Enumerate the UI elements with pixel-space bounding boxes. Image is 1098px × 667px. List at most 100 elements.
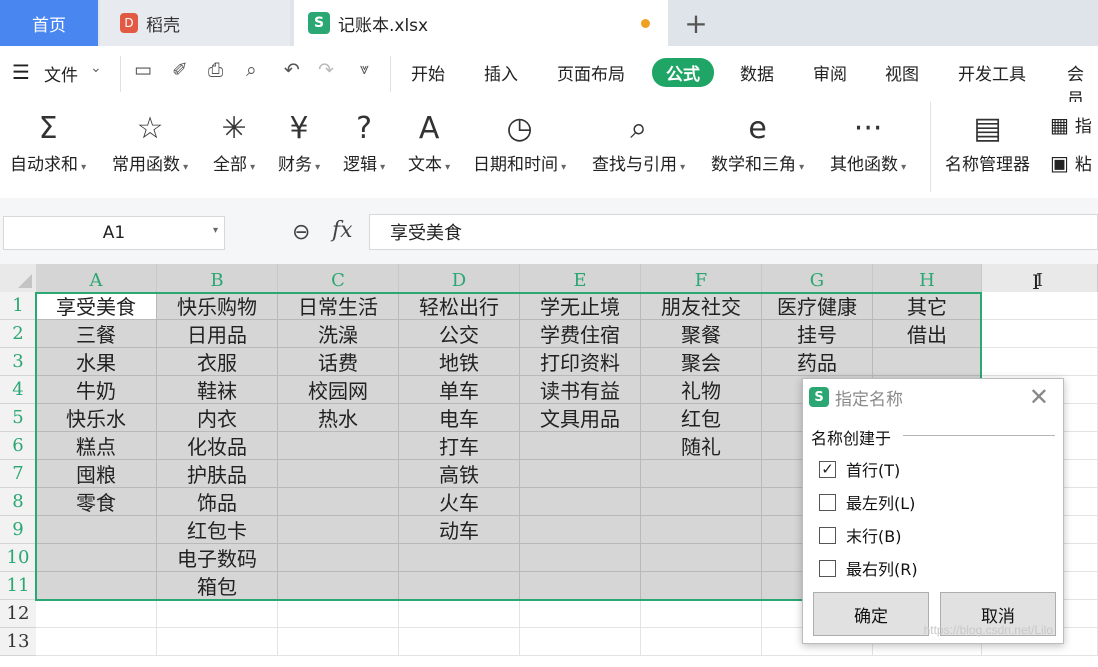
cell-d6[interactable]: 打车: [399, 432, 520, 460]
cell-d10[interactable]: [399, 544, 520, 572]
formula-input[interactable]: 享受美食: [369, 214, 1098, 250]
text-button[interactable]: A 文本: [408, 106, 450, 176]
hamburger-icon[interactable]: ☰: [12, 60, 30, 84]
cell-e3[interactable]: 打印资料: [520, 348, 641, 376]
cell-c7[interactable]: [278, 460, 399, 488]
logic-button[interactable]: ? 逻辑: [343, 106, 385, 176]
cell-f6[interactable]: 随礼: [641, 432, 762, 460]
row-header-13[interactable]: 13: [0, 628, 36, 656]
cell-a5[interactable]: 快乐水: [36, 404, 157, 432]
cell-i2[interactable]: [982, 320, 1098, 348]
checkmark-icon[interactable]: ✓: [819, 460, 836, 478]
menu-view[interactable]: 视图: [885, 60, 919, 85]
cell-e1[interactable]: 学无止境: [520, 292, 641, 320]
print-preview-icon[interactable]: ⌕: [246, 59, 257, 81]
cell-f12[interactable]: [641, 600, 762, 628]
column-header-e[interactable]: E: [520, 264, 641, 292]
cell-g1[interactable]: 医疗健康: [762, 292, 873, 320]
zoom-icon[interactable]: ⊖: [292, 220, 310, 245]
row-header-1[interactable]: 1: [0, 292, 36, 320]
cell-b3[interactable]: 衣服: [157, 348, 278, 376]
menu-review[interactable]: 审阅: [813, 60, 847, 85]
cell-b2[interactable]: 日用品: [157, 320, 278, 348]
cell-a2[interactable]: 三餐: [36, 320, 157, 348]
redo-icon[interactable]: ↷: [318, 59, 334, 81]
cell-c9[interactable]: [278, 516, 399, 544]
cell-h1[interactable]: 其它: [873, 292, 982, 320]
name-manager-button[interactable]: ▤ 名称管理器: [945, 106, 1030, 176]
common-functions-button[interactable]: ☆ 常用函数: [112, 106, 188, 176]
cell-e7[interactable]: [520, 460, 641, 488]
cell-c4[interactable]: 校园网: [278, 376, 399, 404]
cell-e8[interactable]: [520, 488, 641, 516]
checkbox-box[interactable]: [819, 559, 836, 577]
cell-h2[interactable]: 借出: [873, 320, 982, 348]
cell-d7[interactable]: 高铁: [399, 460, 520, 488]
cell-f1[interactable]: 朋友社交: [641, 292, 762, 320]
row-header-10[interactable]: 10: [0, 544, 36, 572]
name-box[interactable]: A1 ▾: [3, 216, 225, 250]
chevron-down-icon[interactable]: ▾: [213, 225, 218, 236]
cell-e4[interactable]: 读书有益: [520, 376, 641, 404]
chevron-down-icon[interactable]: ⌄: [90, 60, 102, 76]
menu-formula[interactable]: 公式: [652, 58, 714, 87]
cell-c12[interactable]: [278, 600, 399, 628]
menu-page-layout[interactable]: 页面布局: [557, 60, 625, 85]
cell-a1[interactable]: 享受美食: [36, 292, 157, 320]
cell-e11[interactable]: [520, 572, 641, 600]
cell-e12[interactable]: [520, 600, 641, 628]
column-header-c[interactable]: C: [278, 264, 399, 292]
row-header-4[interactable]: 4: [0, 376, 36, 404]
close-icon[interactable]: ✕: [1029, 383, 1049, 411]
row-header-9[interactable]: 9: [0, 516, 36, 544]
cell-b4[interactable]: 鞋袜: [157, 376, 278, 404]
format-painter-icon[interactable]: ✐: [172, 59, 188, 81]
cell-d4[interactable]: 单车: [399, 376, 520, 404]
cell-f2[interactable]: 聚餐: [641, 320, 762, 348]
define-name-button[interactable]: ▦ 指: [1050, 112, 1092, 138]
undo-icon[interactable]: ↶: [284, 59, 300, 81]
cell-c10[interactable]: [278, 544, 399, 572]
cell-b10[interactable]: 电子数码: [157, 544, 278, 572]
ok-button[interactable]: 确定: [813, 592, 929, 636]
column-header-i[interactable]: I: [982, 264, 1098, 292]
cell-a8[interactable]: 零食: [36, 488, 157, 516]
cell-f7[interactable]: [641, 460, 762, 488]
select-all-corner[interactable]: [0, 264, 36, 292]
cell-d13[interactable]: [399, 628, 520, 656]
other-functions-button[interactable]: ··· 其他函数: [830, 106, 906, 176]
cell-i1[interactable]: [982, 292, 1098, 320]
checkbox-box[interactable]: [819, 526, 836, 544]
cell-b8[interactable]: 饰品: [157, 488, 278, 516]
cell-f9[interactable]: [641, 516, 762, 544]
cell-f4[interactable]: 礼物: [641, 376, 762, 404]
finance-button[interactable]: ¥ 财务: [278, 106, 320, 176]
all-functions-button[interactable]: ✳ 全部: [213, 106, 255, 176]
cell-g2[interactable]: 挂号: [762, 320, 873, 348]
cell-d2[interactable]: 公交: [399, 320, 520, 348]
cell-e13[interactable]: [520, 628, 641, 656]
cell-c11[interactable]: [278, 572, 399, 600]
cell-a3[interactable]: 水果: [36, 348, 157, 376]
cell-f5[interactable]: 红包: [641, 404, 762, 432]
cell-b5[interactable]: 内衣: [157, 404, 278, 432]
column-header-b[interactable]: B: [157, 264, 278, 292]
tab-file[interactable]: S 记账本.xlsx: [294, 0, 668, 46]
cell-d5[interactable]: 电车: [399, 404, 520, 432]
row-header-12[interactable]: 12: [0, 600, 36, 628]
cell-c8[interactable]: [278, 488, 399, 516]
cell-c1[interactable]: 日常生活: [278, 292, 399, 320]
checkbox-box[interactable]: [819, 493, 836, 511]
cell-d3[interactable]: 地铁: [399, 348, 520, 376]
fx-icon[interactable]: fx: [332, 218, 353, 243]
cell-a13[interactable]: [36, 628, 157, 656]
cell-a6[interactable]: 糕点: [36, 432, 157, 460]
cell-d8[interactable]: 火车: [399, 488, 520, 516]
cell-d1[interactable]: 轻松出行: [399, 292, 520, 320]
paste-name-button[interactable]: ▣ 粘: [1050, 150, 1092, 176]
cell-a12[interactable]: [36, 600, 157, 628]
cell-a4[interactable]: 牛奶: [36, 376, 157, 404]
row-header-7[interactable]: 7: [0, 460, 36, 488]
cell-e2[interactable]: 学费住宿: [520, 320, 641, 348]
tab-daoke[interactable]: D 稻壳: [100, 0, 290, 46]
